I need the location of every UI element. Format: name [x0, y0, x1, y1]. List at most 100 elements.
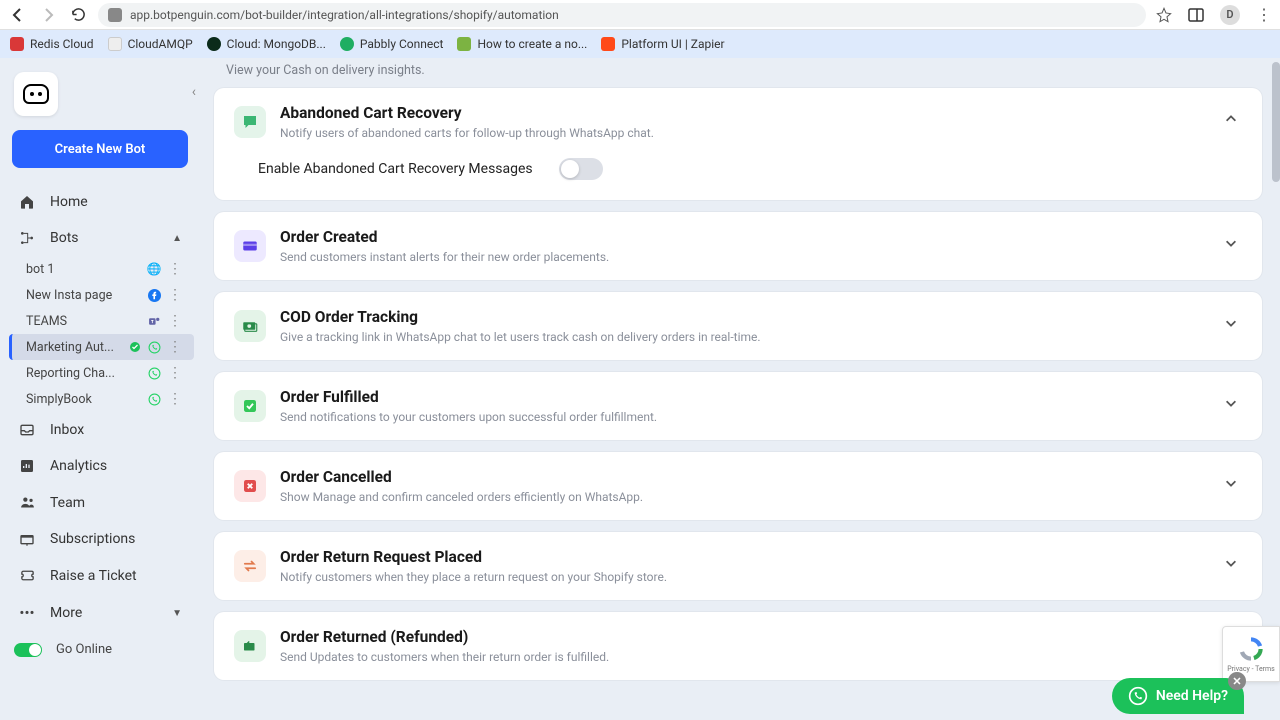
card-title: Order Cancelled — [280, 468, 1206, 486]
logo[interactable] — [14, 72, 58, 116]
facebook-icon — [147, 288, 161, 302]
collapse-sidebar-icon[interactable]: ‹ — [192, 84, 196, 100]
bot-item[interactable]: Reporting Cha... ⋮ — [12, 360, 194, 386]
bookmark-item[interactable]: Redis Cloud — [10, 37, 94, 51]
chevron-down-icon[interactable] — [1220, 308, 1242, 338]
bookmark-item[interactable]: How to create a no... — [457, 37, 587, 51]
card-desc: Notify users of abandoned carts for foll… — [280, 126, 1206, 140]
chevron-down-icon[interactable] — [1220, 388, 1242, 418]
bookmark-item[interactable]: CloudAMQP — [108, 37, 193, 51]
whatsapp-icon — [147, 366, 161, 380]
card-title: Order Created — [280, 228, 1206, 246]
team-icon — [18, 494, 36, 511]
kebab-menu-icon[interactable]: ⋮ — [1256, 7, 1272, 23]
back-button[interactable] — [8, 5, 28, 25]
bookmark-item[interactable]: Platform UI | Zapier — [601, 37, 724, 51]
card-title: Order Returned (Refunded) — [280, 628, 1242, 646]
bookmark-star-icon[interactable] — [1156, 7, 1172, 23]
bot-item[interactable]: New Insta page ⋮ — [12, 282, 194, 308]
nav-inbox[interactable]: Inbox — [0, 412, 200, 448]
subscriptions-icon — [18, 531, 36, 547]
verified-icon — [128, 340, 142, 354]
card-desc: Give a tracking link in WhatsApp chat to… — [280, 330, 1206, 344]
card-title: Order Return Request Placed — [280, 548, 1206, 566]
help-button[interactable]: ✕ Need Help? — [1112, 678, 1244, 714]
nav-more[interactable]: ••• More ▼ — [0, 594, 200, 632]
sidebar: ‹ Create New Bot Home Bots ▲ bot 1 🌐⋮ Ne… — [0, 58, 200, 720]
bot-item-active[interactable]: Marketing Aut... ⋮ — [9, 334, 194, 360]
nav-analytics[interactable]: Analytics — [0, 448, 200, 484]
bot-item[interactable]: TEAMS ⋮ — [12, 308, 194, 334]
cash-icon — [234, 310, 266, 342]
card-return-request[interactable]: Order Return Request Placed Notify custo… — [214, 532, 1262, 600]
online-switch[interactable] — [14, 643, 42, 657]
bot-list: bot 1 🌐⋮ New Insta page ⋮ TEAMS ⋮ Market… — [12, 256, 200, 412]
bot-menu-icon[interactable]: ⋮ — [166, 391, 184, 407]
teams-icon — [147, 314, 161, 328]
chat-icon — [234, 106, 266, 138]
card-order-cancelled[interactable]: Order Cancelled Show Manage and confirm … — [214, 452, 1262, 520]
analytics-icon — [18, 458, 36, 474]
address-bar[interactable]: app.botpenguin.com/bot-builder/integrati… — [98, 3, 1146, 27]
main-content: View your Cash on delivery insights. Aba… — [200, 58, 1280, 720]
inbox-icon — [18, 422, 36, 438]
ticket-icon — [18, 567, 36, 584]
chevron-down-icon[interactable] — [1220, 468, 1242, 498]
swap-icon — [234, 550, 266, 582]
site-settings-icon[interactable] — [108, 8, 122, 22]
nav-ticket[interactable]: Raise a Ticket — [0, 557, 200, 594]
toggle-label: Enable Abandoned Cart Recovery Messages — [258, 161, 533, 177]
more-icon: ••• — [18, 604, 36, 622]
bot-menu-icon[interactable]: ⋮ — [166, 365, 184, 381]
browser-toolbar: app.botpenguin.com/bot-builder/integrati… — [0, 0, 1280, 30]
home-icon — [18, 194, 36, 210]
bot-item[interactable]: bot 1 🌐⋮ — [12, 256, 194, 282]
nav-team[interactable]: Team — [0, 484, 200, 521]
card-desc: Show Manage and confirm canceled orders … — [280, 490, 1206, 504]
check-icon — [234, 390, 266, 422]
card-title: Order Fulfilled — [280, 388, 1206, 406]
whatsapp-icon — [147, 340, 161, 354]
credit-card-icon — [234, 230, 266, 262]
bookmark-item[interactable]: Pabbly Connect — [340, 37, 444, 51]
whatsapp-icon — [1128, 686, 1148, 706]
whatsapp-icon — [147, 392, 161, 406]
nav-bots[interactable]: Bots ▲ — [0, 220, 200, 256]
card-desc: Send notifications to your customers upo… — [280, 410, 1206, 424]
reload-button[interactable] — [68, 5, 88, 25]
chevron-up-icon[interactable] — [1220, 104, 1242, 134]
forward-button[interactable] — [38, 5, 58, 25]
chevron-down-icon[interactable] — [1220, 228, 1242, 258]
bot-menu-icon[interactable]: ⋮ — [166, 313, 184, 329]
bookmark-item[interactable]: Cloud: MongoDB... — [207, 37, 326, 51]
go-online-toggle[interactable]: Go Online — [0, 632, 200, 667]
return-icon — [234, 630, 266, 662]
close-icon[interactable]: ✕ — [1228, 672, 1246, 690]
card-desc: Notify customers when they place a retur… — [280, 570, 1206, 584]
cod-insight-text: View your Cash on delivery insights. — [226, 63, 1262, 78]
enable-switch[interactable] — [559, 158, 603, 180]
card-abandoned-cart: Abandoned Cart Recovery Notify users of … — [214, 88, 1262, 200]
panel-icon[interactable] — [1188, 7, 1204, 23]
bot-menu-icon[interactable]: ⋮ — [166, 261, 184, 277]
url-text: app.botpenguin.com/bot-builder/integrati… — [130, 8, 559, 22]
bookmarks-bar: Redis Cloud CloudAMQP Cloud: MongoDB... … — [0, 30, 1280, 58]
card-desc: Send customers instant alerts for their … — [280, 250, 1206, 264]
nav-subscriptions[interactable]: Subscriptions — [0, 521, 200, 557]
bot-menu-icon[interactable]: ⋮ — [166, 339, 184, 355]
bot-item[interactable]: SimplyBook ⋮ — [12, 386, 194, 412]
card-desc: Send Updates to customers when their ret… — [280, 650, 1242, 664]
card-title: COD Order Tracking — [280, 308, 1206, 326]
bot-menu-icon[interactable]: ⋮ — [166, 287, 184, 303]
scrollbar-thumb[interactable] — [1272, 62, 1280, 182]
card-order-fulfilled[interactable]: Order Fulfilled Send notifications to yo… — [214, 372, 1262, 440]
create-bot-button[interactable]: Create New Bot — [12, 130, 188, 168]
profile-avatar[interactable]: D — [1220, 5, 1240, 25]
nav-home[interactable]: Home — [0, 184, 200, 220]
card-order-created[interactable]: Order Created Send customers instant ale… — [214, 212, 1262, 280]
chevron-down-icon[interactable] — [1220, 548, 1242, 578]
cross-icon — [234, 470, 266, 502]
chevron-up-icon: ▲ — [172, 233, 182, 244]
card-cod-tracking[interactable]: COD Order Tracking Give a tracking link … — [214, 292, 1262, 360]
card-order-returned[interactable]: Order Returned (Refunded) Send Updates t… — [214, 612, 1262, 680]
